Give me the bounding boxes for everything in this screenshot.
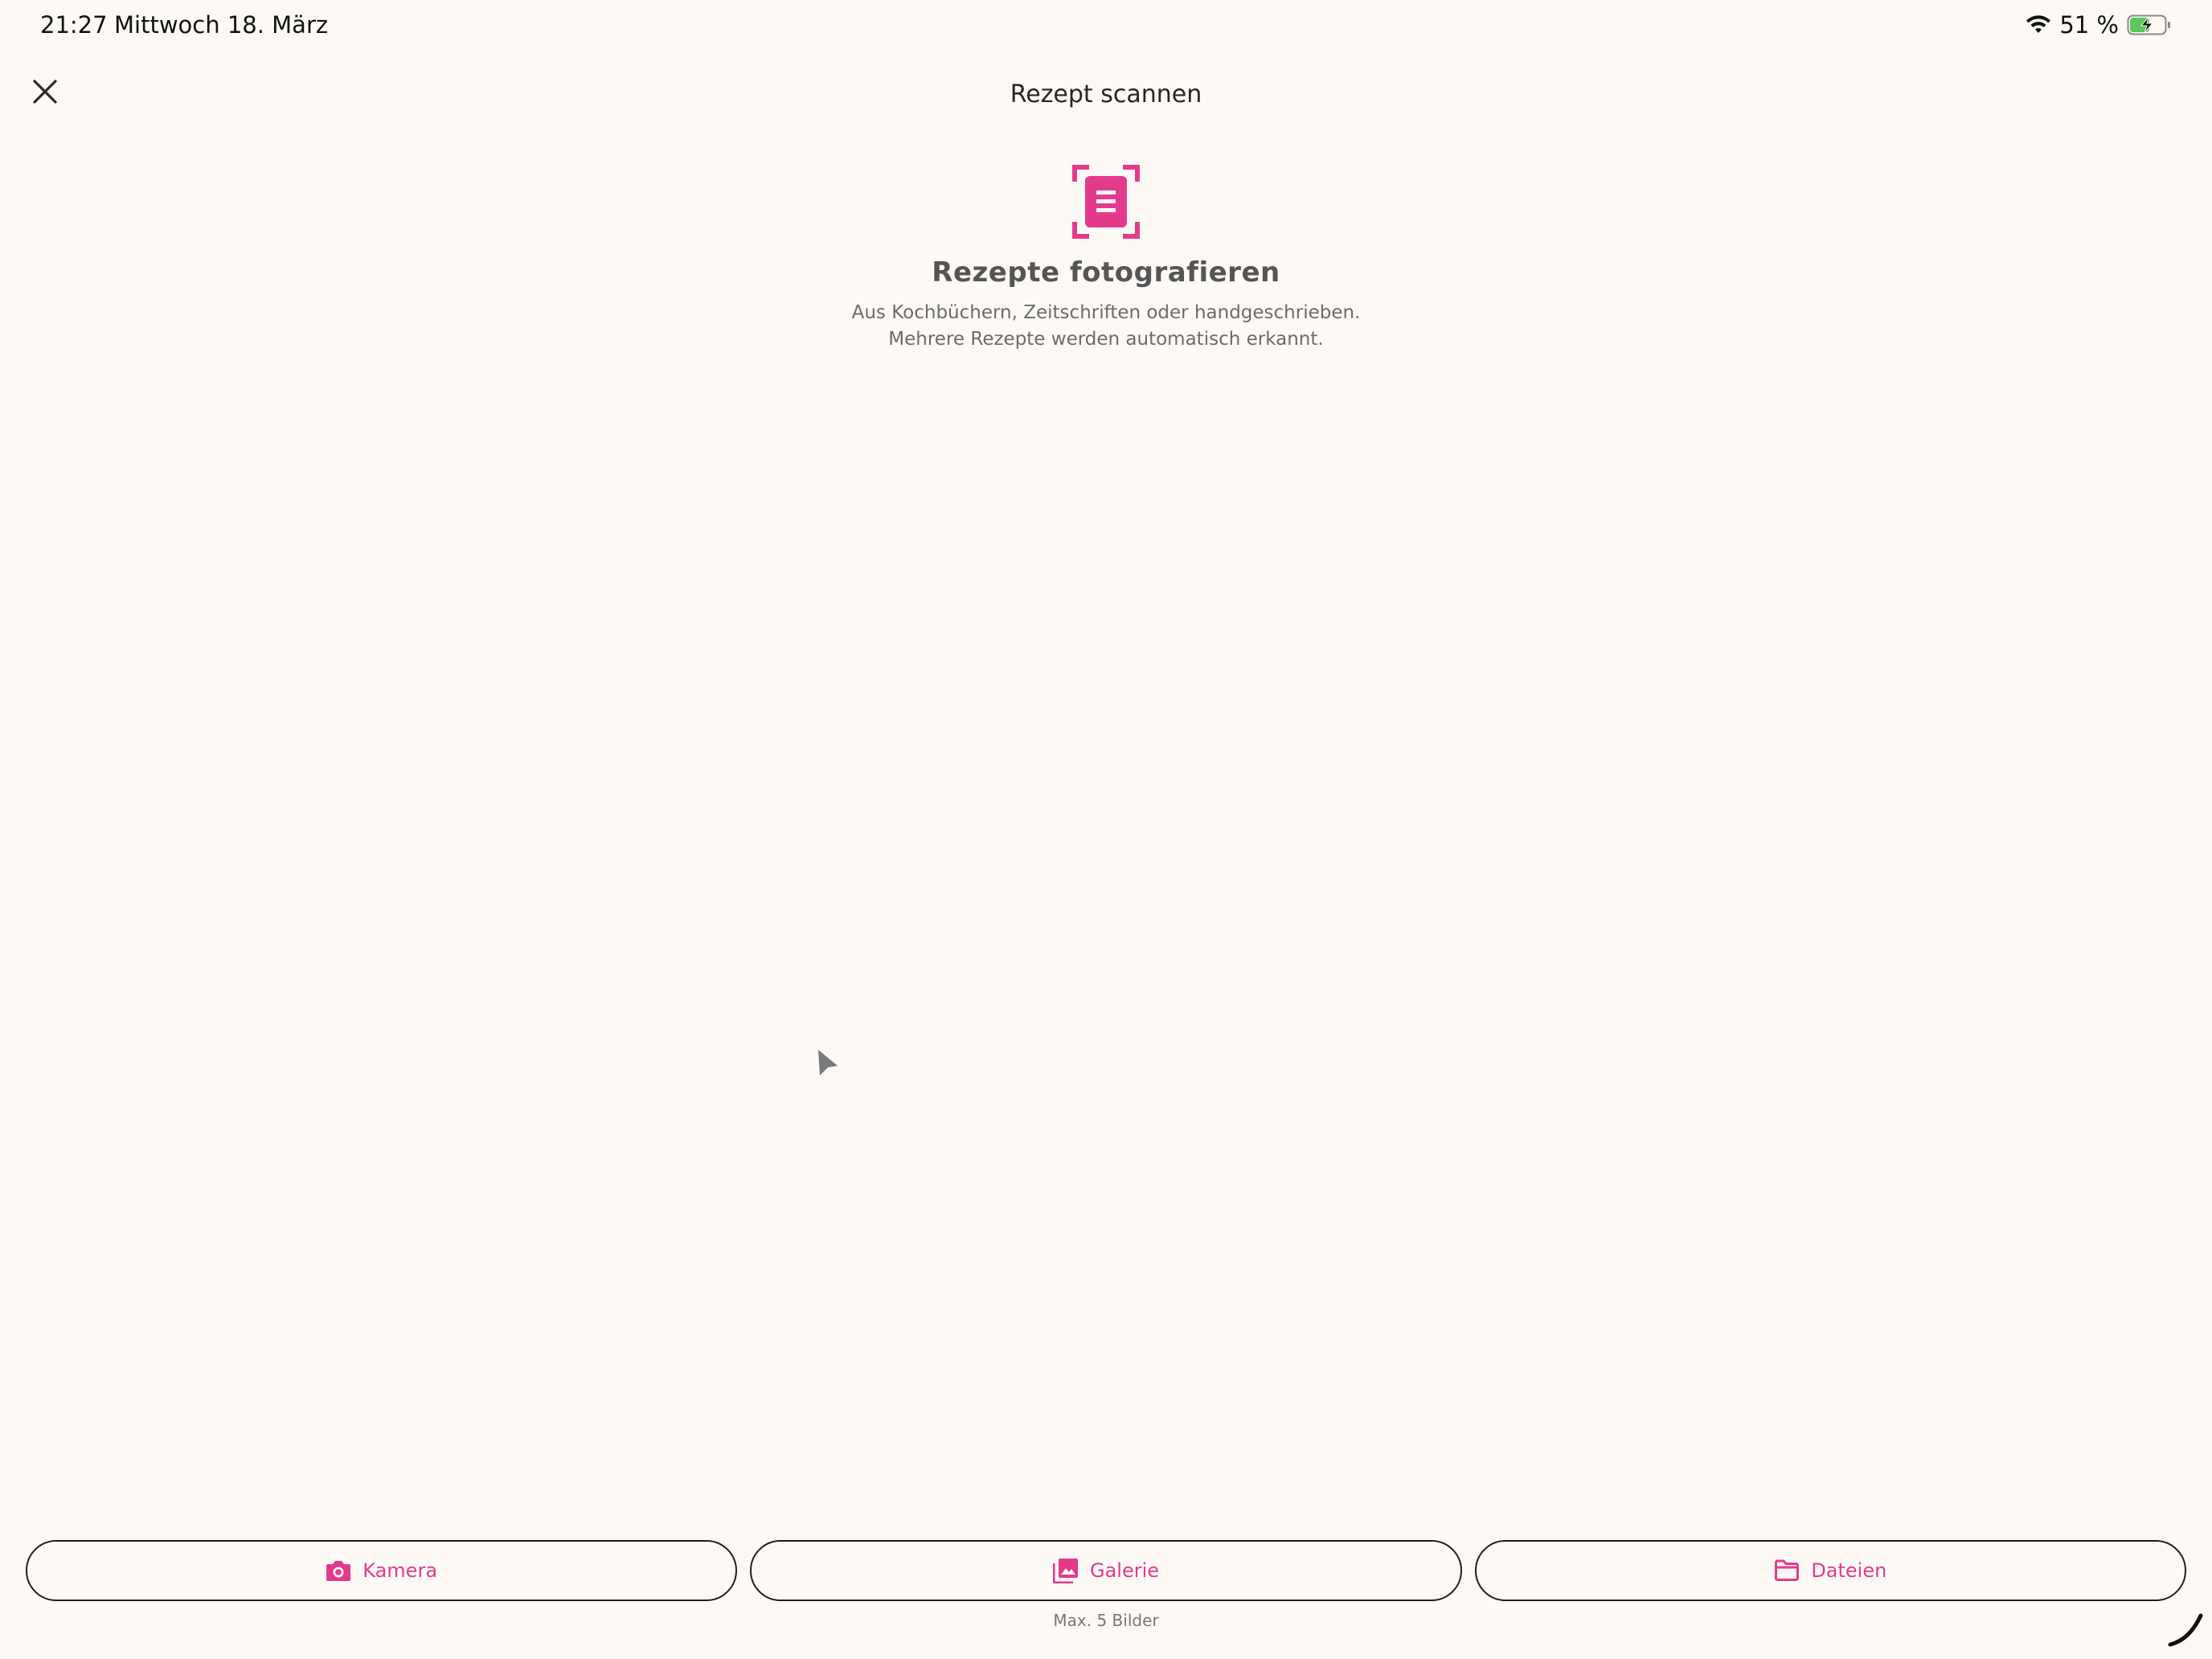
image-limit-note: Max. 5 Bilder [1053, 1611, 1159, 1630]
corner-scroll-handle-icon [2165, 1609, 2206, 1653]
page-title: Rezept scannen [1010, 80, 1202, 109]
intro-description-line1: Aus Kochbüchern, Zeitschriften oder hand… [851, 302, 1361, 323]
status-bar: 21:27 Mittwoch 18. März 51 % [0, 0, 2212, 51]
screen: 21:27 Mittwoch 18. März 51 % Rezept scan… [0, 0, 2212, 1659]
camera-icon [326, 1559, 351, 1582]
status-time: 21:27 [40, 11, 108, 39]
gallery-button[interactable]: Galerie [750, 1540, 1462, 1601]
intro-heading: Rezepte fotografieren [932, 256, 1280, 289]
battery-percent: 51 % [2059, 11, 2119, 39]
battery-charging-icon [2127, 14, 2172, 36]
files-button[interactable]: Dateien [1474, 1540, 2186, 1601]
source-actions: Kamera Galerie Dateien [26, 1540, 2186, 1604]
header: Rezept scannen [0, 64, 2212, 129]
gallery-icon [1052, 1558, 1079, 1583]
intro-section: Rezepte fotografieren Aus Kochbüchern, Z… [0, 165, 2212, 353]
files-button-label: Dateien [1811, 1559, 1887, 1582]
status-indicators: 51 % [2026, 11, 2172, 39]
intro-description: Aus Kochbüchern, Zeitschriften oder hand… [0, 300, 2212, 353]
intro-description-line2: Mehrere Rezepte werden automatisch erkan… [888, 329, 1324, 350]
camera-button[interactable]: Kamera [26, 1540, 738, 1601]
document-scan-icon [1072, 165, 1140, 242]
status-date: Mittwoch 18. März [114, 11, 329, 39]
wifi-icon [2026, 15, 2051, 35]
camera-button-label: Kamera [363, 1559, 438, 1582]
folder-icon [1774, 1559, 1800, 1582]
gallery-button-label: Galerie [1089, 1559, 1160, 1582]
pointer-cursor-icon [817, 1048, 839, 1080]
